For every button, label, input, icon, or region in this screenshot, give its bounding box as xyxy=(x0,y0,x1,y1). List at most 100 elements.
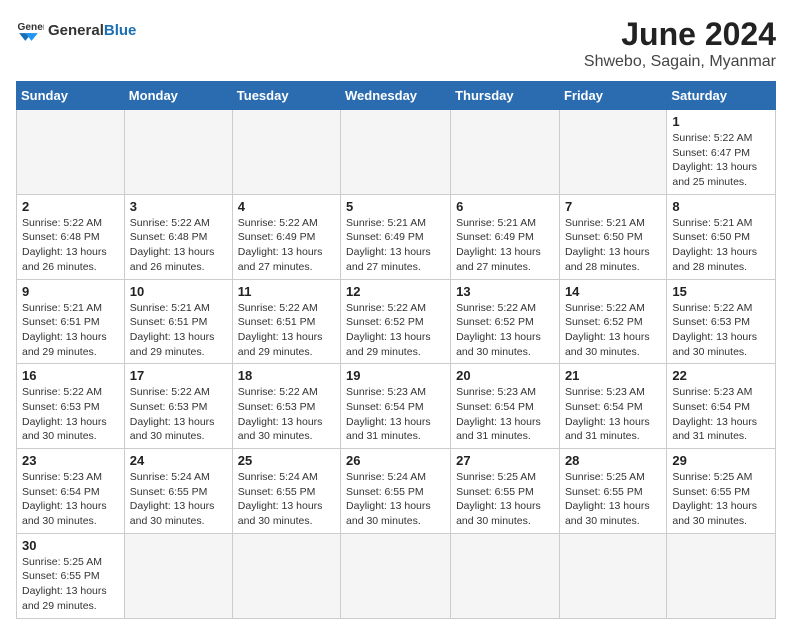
day-info: Sunrise: 5:25 AM Sunset: 6:55 PM Dayligh… xyxy=(456,470,554,529)
calendar-cell xyxy=(124,110,232,195)
logo-blue: Blue xyxy=(104,22,137,39)
calendar-cell: 10Sunrise: 5:21 AM Sunset: 6:51 PM Dayli… xyxy=(124,279,232,364)
calendar-cell xyxy=(341,110,451,195)
col-header-friday: Friday xyxy=(559,82,666,110)
title-block: June 2024 Shwebo, Sagain, Myanmar xyxy=(584,16,776,71)
calendar-cell: 3 Sunrise: 5:22 AM Sunset: 6:48 PM Daylig… xyxy=(124,194,232,279)
day-number: 28 xyxy=(565,453,661,468)
day-number: 15 xyxy=(672,284,770,299)
day-info: Sunrise: 5:21 AM Sunset: 6:50 PM Dayligh… xyxy=(565,216,661,275)
day-info: Sunrise: 5:23 AM Sunset: 6:54 PM Dayligh… xyxy=(565,385,661,444)
day-number: 21 xyxy=(565,368,661,383)
day-number: 14 xyxy=(565,284,661,299)
day-info: Sunrise: 5:21 AM Sunset: 6:49 PM Dayligh… xyxy=(346,216,445,275)
day-info: Sunrise: 5:24 AM Sunset: 6:55 PM Dayligh… xyxy=(130,470,227,529)
calendar-cell: 5Sunrise: 5:21 AM Sunset: 6:49 PM Daylig… xyxy=(341,194,451,279)
day-number: 8 xyxy=(672,199,770,214)
calendar-cell: 6 Sunrise: 5:21 AM Sunset: 6:49 PM Daylig… xyxy=(451,194,560,279)
day-info: Sunrise: 5:22 AM Sunset: 6:49 PM Dayligh… xyxy=(238,216,335,275)
day-info: Sunrise: 5:21 AM Sunset: 6:49 PM Dayligh… xyxy=(456,216,554,275)
week-row-1: 1Sunrise: 5:22 AM Sunset: 6:47 PM Daylig… xyxy=(17,110,776,195)
calendar-cell: 4 Sunrise: 5:22 AM Sunset: 6:49 PM Daylig… xyxy=(232,194,340,279)
day-info: Sunrise: 5:22 AM Sunset: 6:52 PM Dayligh… xyxy=(456,301,554,360)
day-number: 9 xyxy=(22,284,119,299)
day-info: Sunrise: 5:22 AM Sunset: 6:53 PM Dayligh… xyxy=(672,301,770,360)
day-number: 12 xyxy=(346,284,445,299)
day-number: 26 xyxy=(346,453,445,468)
day-number: 1 xyxy=(672,114,770,129)
calendar-cell: 18Sunrise: 5:22 AM Sunset: 6:53 PM Dayli… xyxy=(232,364,340,449)
calendar-cell: 30 Sunrise: 5:25 AM Sunset: 6:55 PM Dayli… xyxy=(17,533,125,618)
calendar-cell: 12Sunrise: 5:22 AM Sunset: 6:52 PM Dayli… xyxy=(341,279,451,364)
col-header-monday: Monday xyxy=(124,82,232,110)
calendar-cell: 1Sunrise: 5:22 AM Sunset: 6:47 PM Daylig… xyxy=(667,110,776,195)
month-year-title: June 2024 xyxy=(584,16,776,53)
calendar-cell: 23 Sunrise: 5:23 AM Sunset: 6:54 PM Dayli… xyxy=(17,449,125,534)
calendar-cell: 25 Sunrise: 5:24 AM Sunset: 6:55 PM Dayli… xyxy=(232,449,340,534)
calendar-cell xyxy=(667,533,776,618)
calendar-cell: 24Sunrise: 5:24 AM Sunset: 6:55 PM Dayli… xyxy=(124,449,232,534)
col-header-saturday: Saturday xyxy=(667,82,776,110)
calendar-cell: 8 Sunrise: 5:21 AM Sunset: 6:50 PM Daylig… xyxy=(667,194,776,279)
col-header-sunday: Sunday xyxy=(17,82,125,110)
day-number: 2 xyxy=(22,199,119,214)
calendar-table: SundayMondayTuesdayWednesdayThursdayFrid… xyxy=(16,81,776,619)
day-number: 30 xyxy=(22,538,119,553)
col-header-thursday: Thursday xyxy=(451,82,560,110)
week-row-2: 2 Sunrise: 5:22 AM Sunset: 6:48 PM Daylig… xyxy=(17,194,776,279)
header: General GeneralBlue June 2024 Shwebo, Sa… xyxy=(16,16,776,71)
day-info: Sunrise: 5:23 AM Sunset: 6:54 PM Dayligh… xyxy=(672,385,770,444)
calendar-cell: 22Sunrise: 5:23 AM Sunset: 6:54 PM Dayli… xyxy=(667,364,776,449)
day-info: Sunrise: 5:23 AM Sunset: 6:54 PM Dayligh… xyxy=(456,385,554,444)
calendar-cell: 14 Sunrise: 5:22 AM Sunset: 6:52 PM Dayli… xyxy=(559,279,666,364)
calendar-cell: 7 Sunrise: 5:21 AM Sunset: 6:50 PM Daylig… xyxy=(559,194,666,279)
day-number: 25 xyxy=(238,453,335,468)
day-info: Sunrise: 5:25 AM Sunset: 6:55 PM Dayligh… xyxy=(22,555,119,614)
day-number: 3 xyxy=(130,199,227,214)
calendar-cell: 17 Sunrise: 5:22 AM Sunset: 6:53 PM Dayli… xyxy=(124,364,232,449)
day-number: 20 xyxy=(456,368,554,383)
calendar-cell xyxy=(232,110,340,195)
location-subtitle: Shwebo, Sagain, Myanmar xyxy=(584,53,776,71)
calendar-cell xyxy=(124,533,232,618)
day-number: 11 xyxy=(238,284,335,299)
calendar-cell: 27 Sunrise: 5:25 AM Sunset: 6:55 PM Dayli… xyxy=(451,449,560,534)
day-info: Sunrise: 5:22 AM Sunset: 6:53 PM Dayligh… xyxy=(130,385,227,444)
day-info: Sunrise: 5:21 AM Sunset: 6:51 PM Dayligh… xyxy=(22,301,119,360)
day-number: 18 xyxy=(238,368,335,383)
day-number: 29 xyxy=(672,453,770,468)
day-number: 4 xyxy=(238,199,335,214)
calendar-cell: 28Sunrise: 5:25 AM Sunset: 6:55 PM Dayli… xyxy=(559,449,666,534)
calendar-cell: 15 Sunrise: 5:22 AM Sunset: 6:53 PM Dayli… xyxy=(667,279,776,364)
week-row-3: 9 Sunrise: 5:21 AM Sunset: 6:51 PM Daylig… xyxy=(17,279,776,364)
day-info: Sunrise: 5:24 AM Sunset: 6:55 PM Dayligh… xyxy=(238,470,335,529)
day-info: Sunrise: 5:22 AM Sunset: 6:51 PM Dayligh… xyxy=(238,301,335,360)
calendar-cell xyxy=(451,533,560,618)
week-row-6: 30 Sunrise: 5:25 AM Sunset: 6:55 PM Dayli… xyxy=(17,533,776,618)
day-info: Sunrise: 5:22 AM Sunset: 6:48 PM Dayligh… xyxy=(130,216,227,275)
day-info: Sunrise: 5:23 AM Sunset: 6:54 PM Dayligh… xyxy=(346,385,445,444)
calendar-cell: 11 Sunrise: 5:22 AM Sunset: 6:51 PM Dayli… xyxy=(232,279,340,364)
day-number: 7 xyxy=(565,199,661,214)
day-info: Sunrise: 5:24 AM Sunset: 6:55 PM Dayligh… xyxy=(346,470,445,529)
day-number: 6 xyxy=(456,199,554,214)
generalblue-logo-icon: General xyxy=(16,16,44,44)
day-number: 16 xyxy=(22,368,119,383)
day-number: 17 xyxy=(130,368,227,383)
calendar-cell xyxy=(559,110,666,195)
calendar-header-row: SundayMondayTuesdayWednesdayThursdayFrid… xyxy=(17,82,776,110)
day-number: 23 xyxy=(22,453,119,468)
calendar-cell xyxy=(451,110,560,195)
week-row-4: 16 Sunrise: 5:22 AM Sunset: 6:53 PM Dayli… xyxy=(17,364,776,449)
day-info: Sunrise: 5:23 AM Sunset: 6:54 PM Dayligh… xyxy=(22,470,119,529)
day-info: Sunrise: 5:22 AM Sunset: 6:52 PM Dayligh… xyxy=(565,301,661,360)
calendar-cell: 21 Sunrise: 5:23 AM Sunset: 6:54 PM Dayli… xyxy=(559,364,666,449)
day-number: 19 xyxy=(346,368,445,383)
day-number: 27 xyxy=(456,453,554,468)
calendar-cell: 26 Sunrise: 5:24 AM Sunset: 6:55 PM Dayli… xyxy=(341,449,451,534)
calendar-cell: 16Sunrise: 5:22 AM Sunset: 6:53 PM Dayli… xyxy=(17,364,125,449)
calendar-cell xyxy=(341,533,451,618)
day-number: 13 xyxy=(456,284,554,299)
day-info: Sunrise: 5:21 AM Sunset: 6:50 PM Dayligh… xyxy=(672,216,770,275)
svg-text:General: General xyxy=(18,22,44,33)
